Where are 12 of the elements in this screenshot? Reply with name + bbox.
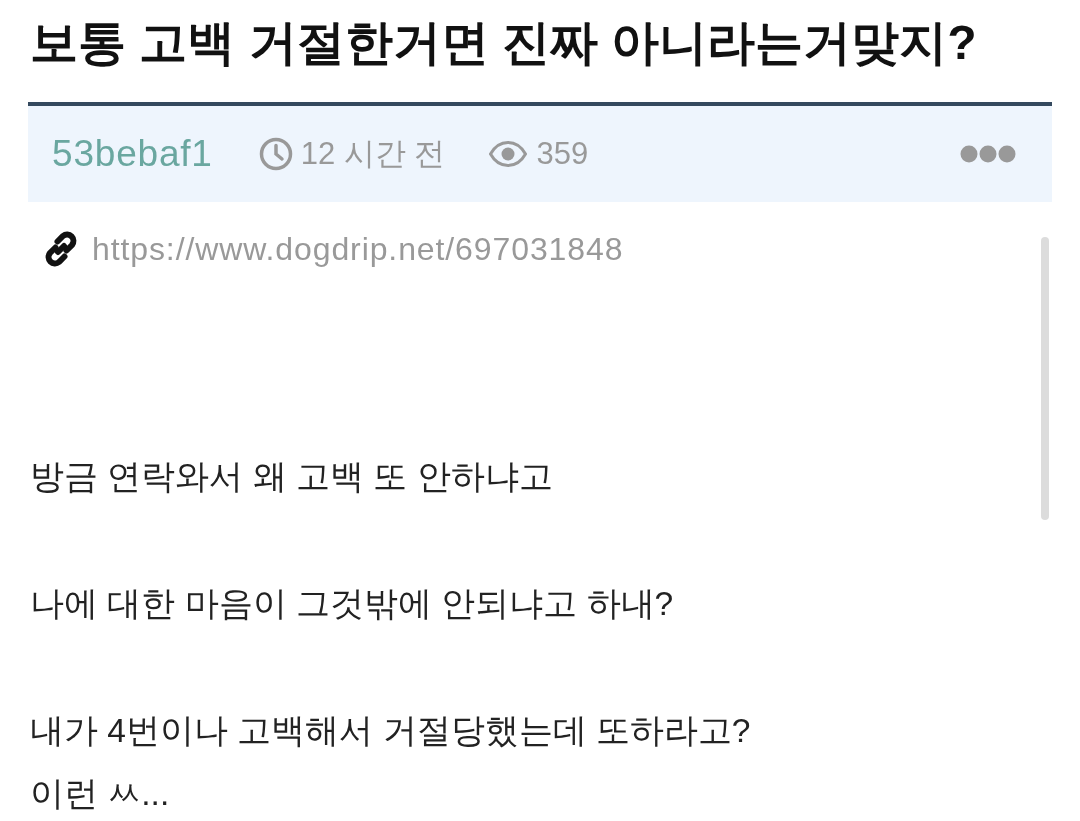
body-paragraph: 내가 4번이나 고백해서 거절당했는데 또하라고? 이런 ㅆ...: [30, 711, 751, 814]
eye-icon: [489, 141, 528, 167]
more-options-button[interactable]: [960, 145, 1016, 163]
body-paragraph: 나에 대한 마음이 그것밖에 안되냐고 하내?: [30, 584, 674, 624]
view-count: 359: [536, 136, 589, 172]
body-paragraph: 방금 연락와서 왜 고백 또 안하냐고: [30, 457, 553, 497]
post-time: 12 시간 전: [300, 135, 446, 173]
more-icon: [960, 145, 1016, 163]
post-title: 보통 고백 거절한거면 진짜 아니라는거맞지?: [30, 15, 977, 71]
clock-icon: [258, 137, 293, 171]
author-link[interactable]: 53bebaf1: [52, 133, 213, 175]
post-url-link[interactable]: https://www.dogdrip.net/697031848: [92, 230, 624, 268]
